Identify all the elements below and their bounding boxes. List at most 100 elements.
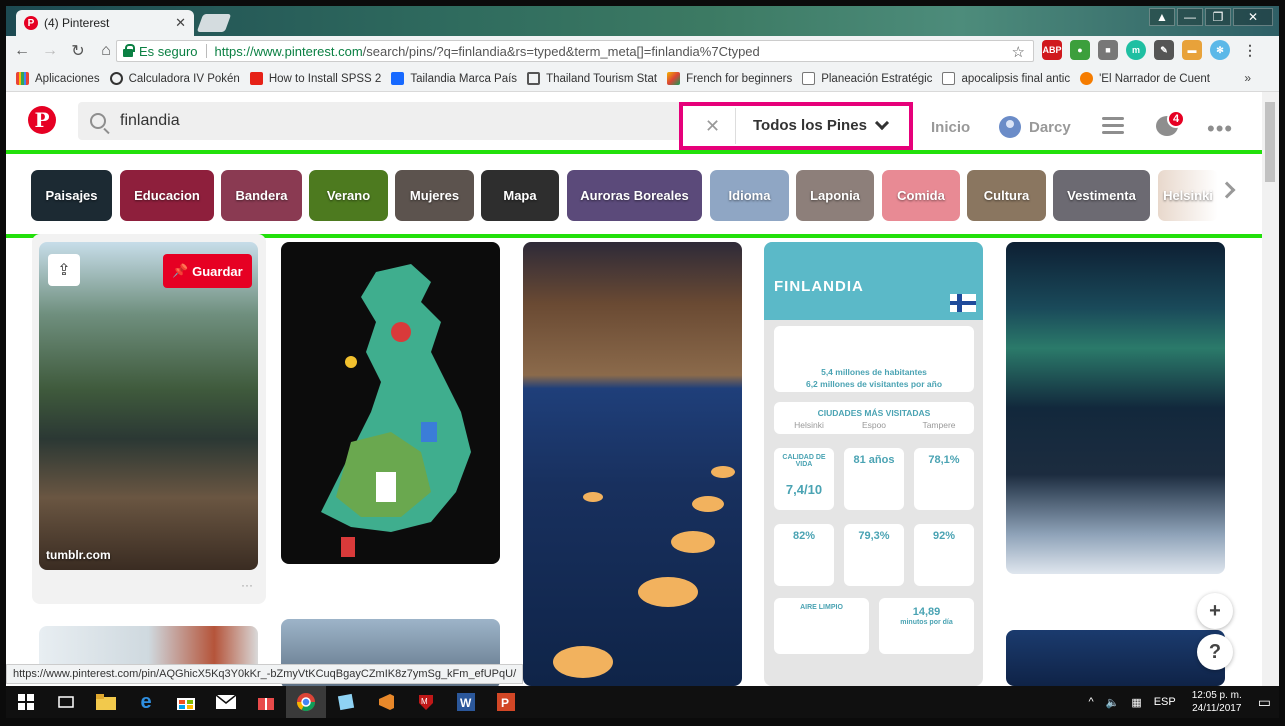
- extension-m-icon[interactable]: m: [1126, 40, 1146, 60]
- save-pin-button[interactable]: 📌 Guardar: [163, 254, 252, 288]
- guide-chip[interactable]: Idioma: [710, 170, 789, 221]
- edge-browser-icon[interactable]: e: [126, 686, 166, 718]
- share-icon[interactable]: ⇪: [48, 254, 80, 286]
- pin-image-night-snow[interactable]: [1006, 630, 1225, 686]
- secure-indicator[interactable]: Es seguro: [123, 44, 198, 59]
- guide-chip[interactable]: Auroras Boreales: [567, 170, 702, 221]
- reload-icon[interactable]: ↻: [66, 39, 90, 63]
- divider: [735, 108, 736, 144]
- bookmark-item[interactable]: Thailand Tourism Stat: [527, 72, 657, 85]
- restore-icon[interactable]: ❐: [1205, 8, 1231, 26]
- guide-chip[interactable]: Educacion: [120, 170, 214, 221]
- guide-chip[interactable]: Cultura: [967, 170, 1046, 221]
- pin-infographic-finland[interactable]: FINLANDIA 5,4 millones de habitantes 6,2…: [764, 242, 983, 686]
- guide-chip[interactable]: Verano: [309, 170, 388, 221]
- network-icon[interactable]: ▦: [1131, 696, 1141, 709]
- bookmark-item[interactable]: How to Install SPSS 2: [249, 72, 381, 85]
- percent-value: 78,1%: [928, 454, 960, 466]
- language-indicator[interactable]: ESP: [1154, 696, 1176, 708]
- chevron-right-icon[interactable]: [1218, 181, 1236, 199]
- bookmark-item[interactable]: French for beginners: [667, 72, 792, 85]
- task-view-icon[interactable]: [46, 686, 86, 718]
- stat-value: 79,3%: [858, 530, 890, 542]
- population-line2: 6,2 millones de visitantes por año: [805, 379, 943, 389]
- nav-profile-link[interactable]: Darcy: [1029, 119, 1071, 136]
- pin-image-glass-igloos[interactable]: [523, 242, 742, 686]
- close-window-icon[interactable]: ✕: [1233, 8, 1273, 26]
- guide-label: Helsinki: [1163, 188, 1213, 203]
- browser-menu-icon[interactable]: ⋮: [1240, 40, 1260, 60]
- bookmark-label: 'El Narrador de Cuent: [1099, 72, 1210, 85]
- new-tab-button[interactable]: [196, 14, 232, 32]
- bookmark-item[interactable]: Aplicaciones: [16, 72, 100, 85]
- windows-start-icon[interactable]: [6, 686, 46, 718]
- volume-icon[interactable]: 🔈: [1106, 696, 1120, 709]
- visual-studio-icon[interactable]: [366, 686, 406, 718]
- guide-chip[interactable]: Laponia: [796, 170, 874, 221]
- tab-close-icon[interactable]: ✕: [175, 15, 186, 31]
- bookmarks-overflow-icon[interactable]: »: [1244, 71, 1251, 85]
- camera-extension-icon[interactable]: ■: [1098, 40, 1118, 60]
- bookmark-item[interactable]: apocalipsis final antic: [942, 72, 1070, 85]
- bookmark-star-icon[interactable]: ☆: [1012, 43, 1025, 61]
- mail-icon[interactable]: [206, 686, 246, 718]
- pin-source[interactable]: tumblr.com: [46, 548, 111, 562]
- nav-home-link[interactable]: Inicio: [931, 119, 970, 136]
- page-icon: [942, 72, 956, 85]
- pinterest-logo-icon[interactable]: P: [28, 106, 56, 134]
- more-options-icon[interactable]: •••: [1207, 116, 1233, 142]
- bookmark-label: apocalipsis final antic: [961, 72, 1071, 85]
- powerpoint-icon[interactable]: P: [486, 686, 526, 718]
- guide-chip[interactable]: Mapa: [481, 170, 559, 221]
- bookmark-item[interactable]: Tailandia Marca País: [391, 72, 517, 85]
- bookmark-item[interactable]: Calculadora IV Pokén: [109, 72, 240, 85]
- extension-snowflake-icon[interactable]: ✻: [1210, 40, 1230, 60]
- extension-green-icon[interactable]: ●: [1070, 40, 1090, 60]
- extension-orange-icon[interactable]: ▬: [1182, 40, 1202, 60]
- bookmark-item[interactable]: 'El Narrador de Cuent: [1080, 72, 1210, 85]
- gift-app-icon[interactable]: [246, 686, 286, 718]
- pin-image-forest-river[interactable]: [39, 242, 258, 570]
- guide-chip[interactable]: Helsinki: [1158, 170, 1218, 221]
- add-pin-button[interactable]: +: [1197, 593, 1233, 629]
- chrome-icon[interactable]: [286, 686, 326, 718]
- action-center-icon[interactable]: ▭: [1258, 694, 1271, 711]
- pin-image-finland-map[interactable]: [281, 242, 500, 564]
- home-icon[interactable]: ⌂: [94, 39, 118, 63]
- pin-more-icon[interactable]: ···: [241, 578, 253, 592]
- help-button[interactable]: ?: [1197, 634, 1233, 670]
- guide-chip[interactable]: Comida: [882, 170, 960, 221]
- word-icon[interactable]: W: [446, 686, 486, 718]
- pin-type-dropdown[interactable]: Todos los Pines: [753, 115, 889, 134]
- guide-chip[interactable]: Paisajes: [31, 170, 112, 221]
- guide-chip[interactable]: Bandera: [221, 170, 302, 221]
- bookmark-item[interactable]: Planeación Estratégic: [802, 72, 932, 85]
- adblock-extension-icon[interactable]: ABP: [1042, 40, 1062, 60]
- file-explorer-icon[interactable]: [86, 686, 126, 718]
- store-icon[interactable]: [166, 686, 206, 718]
- scrollbar-track[interactable]: [1262, 92, 1279, 686]
- tray-chevron-up-icon[interactable]: ^: [1088, 696, 1093, 708]
- guide-label: Laponia: [810, 188, 860, 203]
- scrollbar-thumb[interactable]: [1265, 102, 1275, 182]
- notes-app-icon[interactable]: [326, 686, 366, 718]
- guide-label: Bandera: [235, 188, 288, 203]
- bookmark-label: French for beginners: [686, 72, 793, 85]
- guide-label: Mapa: [503, 188, 537, 203]
- tab-pinterest[interactable]: P (4) Pinterest ✕: [16, 10, 194, 36]
- system-clock[interactable]: 12:05 p. m. 24/11/2017: [1192, 689, 1242, 715]
- minimize-icon[interactable]: —: [1177, 8, 1203, 26]
- forward-icon[interactable]: →: [38, 39, 62, 63]
- back-icon[interactable]: ←: [10, 39, 34, 63]
- mcafee-icon[interactable]: M: [406, 686, 446, 718]
- eyedropper-extension-icon[interactable]: ✎: [1154, 40, 1174, 60]
- guide-chip[interactable]: Mujeres: [395, 170, 474, 221]
- avatar[interactable]: [999, 116, 1021, 138]
- menu-icon[interactable]: [1102, 117, 1124, 135]
- guide-chip[interactable]: Vestimenta: [1053, 170, 1150, 221]
- user-icon[interactable]: ▲: [1149, 8, 1175, 26]
- address-bar[interactable]: Es seguro https://www.pinterest.com/sear…: [116, 40, 1034, 62]
- clear-search-icon[interactable]: ✕: [705, 116, 720, 137]
- pin-image-aurora-road[interactable]: [1006, 242, 1225, 574]
- search-input[interactable]: [120, 112, 640, 130]
